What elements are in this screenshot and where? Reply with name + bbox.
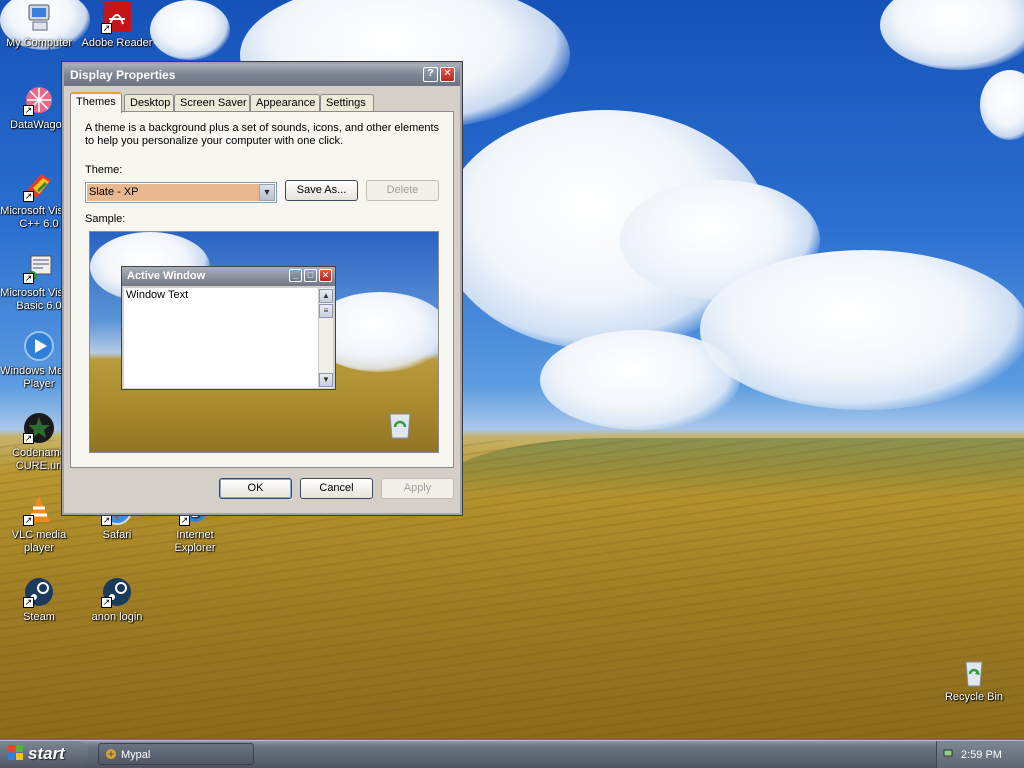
start-label: start: [28, 744, 65, 763]
desktop-icon-adobe-reader[interactable]: ↗ Adobe Reader XI: [78, 2, 156, 50]
apply-button[interactable]: Apply: [381, 478, 454, 499]
desktop-icon-my-computer[interactable]: My Computer: [0, 2, 78, 50]
media-player-icon: [23, 330, 55, 362]
theme-description: A theme is a background plus a set of so…: [85, 122, 440, 147]
maximize-icon: □: [304, 269, 317, 282]
theme-label: Theme:: [85, 164, 123, 176]
system-tray: 2:59 PM: [936, 741, 1024, 768]
chevron-down-icon[interactable]: ▼: [259, 184, 275, 201]
clock[interactable]: 2:59 PM: [961, 749, 1002, 761]
mypal-icon: [105, 748, 117, 760]
scroll-down-icon: ▼: [319, 373, 333, 387]
recycle-bin-icon: [958, 656, 990, 688]
dialog-title: Display Properties: [70, 68, 176, 82]
desktop-icon-label: Internet Explorer: [174, 529, 216, 554]
dialog-titlebar[interactable]: Display Properties ? ✕: [64, 64, 460, 86]
theme-sample-preview: Active Window _ □ ✕ Window Text ▲ ≡ ▼: [89, 231, 439, 453]
theme-dropdown-value: Slate - XP: [87, 184, 259, 201]
start-button[interactable]: start: [0, 741, 88, 768]
sample-label: Sample:: [85, 213, 126, 225]
windows-logo-icon: [8, 745, 24, 761]
recycle-bin-icon: [386, 410, 414, 443]
tab-settings[interactable]: Settings: [320, 94, 374, 112]
steam-icon: ↗: [101, 576, 133, 608]
display-properties-dialog: Display Properties ? ✕ Themes Desktop Sc…: [61, 61, 463, 516]
desktop-icon-label: Steam: [23, 611, 55, 623]
themes-panel: A theme is a background plus a set of so…: [70, 111, 454, 468]
tab-desktop[interactable]: Desktop: [124, 94, 174, 112]
desktop-icon-anon-login[interactable]: ↗ anon login: [78, 576, 156, 624]
ok-button[interactable]: OK: [219, 478, 292, 499]
scroll-up-icon: ▲: [319, 289, 333, 303]
my-computer-icon: [23, 2, 55, 34]
close-button[interactable]: ✕: [440, 67, 455, 82]
save-as-button[interactable]: Save As...: [285, 180, 358, 201]
desktop-icon-label: Recycle Bin: [944, 691, 1004, 703]
desktop-icon-recycle-bin[interactable]: Recycle Bin: [935, 656, 1013, 704]
taskbar-item-label: Mypal: [121, 749, 151, 761]
desktop-icon-label: My Computer: [5, 37, 73, 49]
visual-basic-icon: ↗: [23, 252, 55, 284]
sample-window-title: Active Window _ □ ✕: [122, 267, 335, 286]
network-icon[interactable]: [943, 748, 955, 760]
close-icon: ✕: [319, 269, 332, 282]
sample-scrollbar: ▲ ≡ ▼: [318, 288, 333, 388]
taskbar: start Mypal 2:59 PM: [0, 740, 1024, 768]
steam-icon: ↗: [23, 576, 55, 608]
vlc-icon: ↗: [23, 494, 55, 526]
desktop-icon-label: anon login: [91, 611, 143, 623]
sample-window-text: Window Text: [124, 288, 320, 388]
taskbar-item-mypal[interactable]: Mypal: [98, 743, 254, 765]
codename-cure-icon: ↗: [23, 412, 55, 444]
visual-cpp-icon: ↗: [23, 170, 55, 202]
delete-button[interactable]: Delete: [366, 180, 439, 201]
sample-active-window: Active Window _ □ ✕ Window Text ▲ ≡ ▼: [121, 266, 336, 390]
tab-themes[interactable]: Themes: [70, 92, 122, 113]
cancel-button[interactable]: Cancel: [300, 478, 373, 499]
desktop-icon-label: VLC media player: [11, 529, 67, 554]
tab-screen-saver[interactable]: Screen Saver: [174, 94, 250, 112]
desktop-icon-label: Adobe Reader XI: [81, 37, 153, 49]
desktop-icon-label: Safari: [102, 529, 132, 541]
theme-dropdown[interactable]: Slate - XP ▼: [85, 182, 277, 203]
adobe-reader-icon: ↗: [101, 2, 133, 34]
datawagon-icon: ↗: [23, 84, 55, 116]
scroll-thumb: ≡: [319, 304, 333, 318]
minimize-icon: _: [289, 269, 302, 282]
desktop-icon-steam[interactable]: ↗ Steam: [0, 576, 78, 624]
help-button[interactable]: ?: [423, 67, 438, 82]
tab-appearance[interactable]: Appearance: [250, 94, 320, 112]
